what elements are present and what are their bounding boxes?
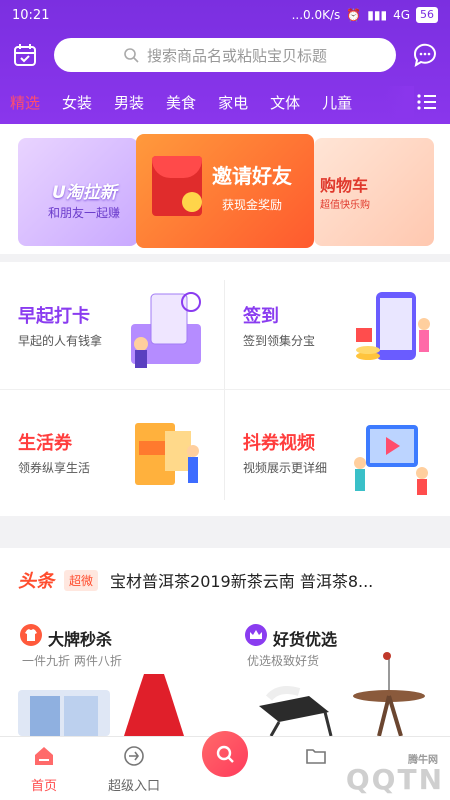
- tab-appliances[interactable]: 家电: [218, 92, 248, 113]
- folder-icon: [306, 749, 326, 764]
- feature-title: 生活券: [18, 433, 72, 454]
- headline-tag: 超微: [64, 569, 99, 591]
- top-header: 10:21 ...0.0K/s ⏰ ▮▮▮ 4G 56 搜索商品名或粘贴宝贝标题…: [0, 0, 450, 124]
- chat-bubble-icon[interactable]: [410, 40, 440, 70]
- search-bar[interactable]: 搜索商品名或粘贴宝贝标题: [54, 38, 396, 72]
- banner-center-subtitle: 获现金奖励: [222, 198, 283, 212]
- category-tabs: 精选 女装 男装 美食 家电 文体 儿童: [0, 80, 450, 124]
- signal-icon: ▮▮▮: [367, 8, 388, 22]
- watermark-big: QQTN: [345, 763, 444, 796]
- watermark-logo: 腾牛网 QQTN: [345, 755, 444, 796]
- promo-section: 大牌秒杀 一件九折 两件八折 好货优选 优选极致好货: [0, 612, 450, 736]
- furniture-product-image: [259, 652, 425, 736]
- nav-home[interactable]: 首页: [4, 745, 84, 794]
- tab-mens[interactable]: 男装: [114, 92, 144, 113]
- feature-title: 抖券视频: [243, 433, 315, 454]
- tab-food[interactable]: 美食: [166, 92, 196, 113]
- network-type: 4G: [393, 8, 410, 22]
- crown-icon: [245, 624, 267, 646]
- news-headline[interactable]: 头条 超微 宝材普洱茶2019新茶云南 普洱茶8...: [0, 548, 450, 612]
- nav-search-button[interactable]: [202, 731, 248, 777]
- promo-subtitle: 一件九折 两件八折: [22, 654, 122, 668]
- battery-level: 56: [416, 7, 438, 23]
- banner-carousel[interactable]: U淘拉新 和朋友一起赚 购物车 超值快乐购 邀请好友 获现金奖励: [0, 124, 450, 254]
- banner-left-title: U淘拉新: [52, 183, 117, 203]
- banner-center-title: 邀请好友: [212, 164, 292, 188]
- coupon-illustration-icon: [135, 423, 199, 485]
- banner-cart[interactable]: 购物车 超值快乐购: [314, 138, 434, 246]
- feature-title: 签到: [243, 306, 279, 327]
- menu-list-icon[interactable]: [416, 92, 438, 116]
- tab-womens[interactable]: 女装: [62, 92, 92, 113]
- promo-title: 大牌秒杀: [48, 630, 113, 649]
- nav-super-entry[interactable]: 超级入口: [94, 745, 174, 794]
- red-envelope-icon: [152, 156, 202, 216]
- tab-featured[interactable]: 精选: [10, 92, 40, 113]
- nav-label: 首页: [30, 779, 57, 794]
- banner-right-subtitle: 超值快乐购: [320, 200, 370, 211]
- bottom-navigation: 首页 超级入口 腾牛网 QQTN: [0, 731, 450, 800]
- banner-right-title: 购物车: [320, 176, 369, 195]
- login-arrow-icon: [124, 746, 144, 766]
- banner-left-subtitle: 和朋友一起赚: [48, 206, 121, 220]
- clothes-product-image: [18, 674, 184, 736]
- tab-sports[interactable]: 文体: [270, 92, 300, 113]
- nav-label: 超级入口: [107, 779, 160, 794]
- headline-text: 宝材普洱茶2019新茶云南 普洱茶8...: [110, 572, 374, 591]
- home-icon: [35, 747, 53, 765]
- search-icon: [216, 745, 234, 763]
- banner-invite-new[interactable]: U淘拉新 和朋友一起赚: [18, 138, 138, 246]
- tab-kids[interactable]: 儿童: [322, 92, 352, 113]
- feature-video-coupon[interactable]: 抖券视频 视频展示更详细: [225, 389, 450, 516]
- tshirt-icon: [20, 624, 42, 646]
- feature-subtitle: 早起的人有钱拿: [18, 334, 103, 348]
- feature-early-checkin[interactable]: 早起打卡 早起的人有钱拿: [0, 262, 225, 389]
- nav-folder[interactable]: [276, 745, 356, 775]
- feature-grid: 早起打卡 早起的人有钱拿 签到 签到领集分宝 生活券 领券纵享生活 抖券视频 视…: [0, 262, 450, 516]
- headline-logo: 头条: [18, 571, 54, 592]
- status-bar: 10:21 ...0.0K/s ⏰ ▮▮▮ 4G 56: [0, 0, 450, 30]
- search-placeholder: 搜索商品名或粘贴宝贝标题: [146, 46, 327, 65]
- feature-signin[interactable]: 签到 签到领集分宝: [225, 262, 450, 389]
- feature-title: 早起打卡: [18, 306, 90, 327]
- tabs-fade: [384, 86, 414, 118]
- phone-coins-illustration-icon: [356, 292, 430, 360]
- status-time: 10:21: [12, 7, 50, 23]
- status-right: ...0.0K/s ⏰ ▮▮▮ 4G 56: [292, 7, 438, 23]
- promo-flash-sale[interactable]: 大牌秒杀 一件九折 两件八折: [0, 612, 225, 736]
- feature-life-coupon[interactable]: 生活券 领券纵享生活: [0, 389, 225, 516]
- video-illustration-icon: [354, 425, 428, 495]
- alarm-icon: ⏰: [346, 8, 362, 22]
- app-header: 搜索商品名或粘贴宝贝标题: [0, 30, 450, 80]
- feature-subtitle: 视频展示更详细: [243, 461, 328, 475]
- network-speed: ...0.0K/s: [291, 8, 341, 22]
- banner-invite-friends[interactable]: 邀请好友 获现金奖励: [136, 134, 314, 248]
- promo-quality-goods[interactable]: 好货优选 优选极致好货: [225, 612, 450, 736]
- calendar-icon[interactable]: [10, 40, 40, 70]
- search-icon: [124, 48, 139, 63]
- checkin-illustration-icon: [131, 292, 201, 368]
- feature-subtitle: 领券纵享生活: [18, 461, 91, 475]
- watermark-small: 腾牛网: [408, 755, 438, 766]
- feature-subtitle: 签到领集分宝: [243, 334, 316, 348]
